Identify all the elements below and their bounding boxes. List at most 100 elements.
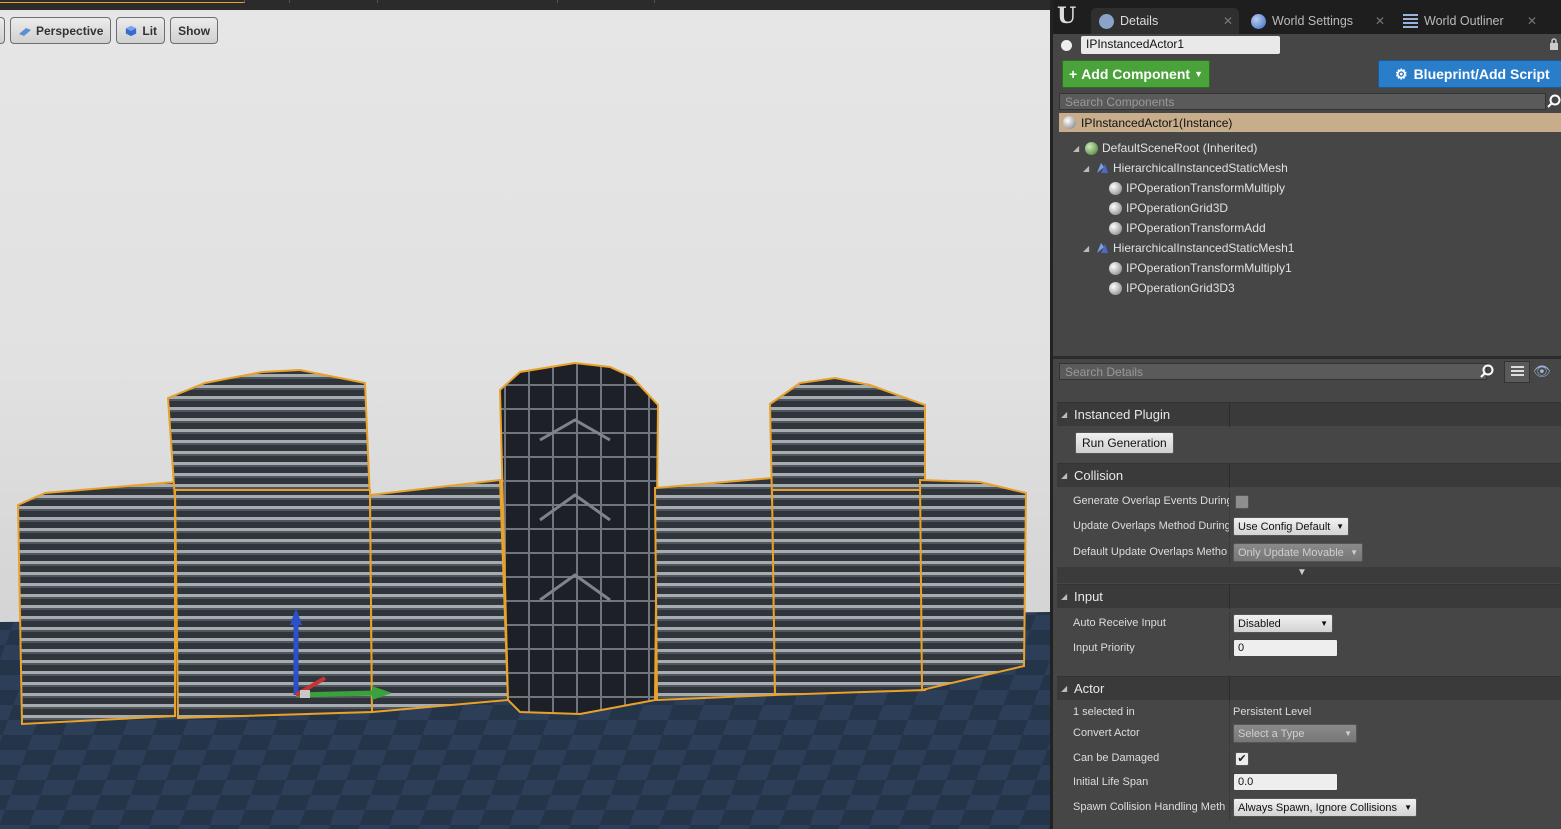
sphere-icon	[1109, 221, 1122, 235]
tab-details-label: Details	[1120, 14, 1159, 28]
spawn-collision-dropdown[interactable]: Always Spawn, Ignore Collisions ▼	[1233, 798, 1417, 817]
add-component-button[interactable]: + Add Component ▼	[1062, 60, 1210, 88]
blueprint-add-script-button[interactable]: ⚙ Blueprint/Add Script	[1378, 60, 1561, 88]
prop-generate-overlap: Generate Overlap Events During	[1057, 490, 1561, 514]
panel-splitter[interactable]	[1053, 356, 1561, 359]
perspective-button[interactable]: Perspective	[10, 17, 112, 44]
prop-label: Generate Overlap Events During	[1073, 495, 1229, 507]
tree-item[interactable]: IPOperationGrid3D3	[1097, 279, 1235, 297]
tree-item[interactable]: IPOperationTransformMultiply	[1097, 179, 1285, 197]
search-components-input[interactable]: Search Components	[1059, 93, 1546, 110]
globe-icon	[1251, 13, 1266, 29]
gears-icon: ⚙	[1395, 65, 1408, 82]
tree-item-label: HierarchicalInstancedStaticMesh1	[1113, 241, 1295, 255]
expand-arrow-icon[interactable]: ◢	[1073, 144, 1081, 153]
tab-world-settings-label: World Settings	[1272, 14, 1354, 28]
property-matrix-button[interactable]	[1504, 361, 1530, 383]
building-cluster[interactable]	[0, 0, 1050, 829]
level-name: Persistent Level	[1233, 706, 1312, 718]
viewport-toolbar: Perspective Lit Show	[0, 17, 219, 45]
selected-component-row[interactable]: IPInstancedActor1(Instance)	[1059, 113, 1561, 132]
section-input[interactable]: ◢ Input	[1057, 584, 1561, 609]
chevron-down-icon: ▼	[1336, 522, 1344, 531]
tree-item[interactable]: ◢ HierarchicalInstancedStaticMesh1	[1083, 239, 1294, 257]
tree-item-label: IPOperationTransformMultiply1	[1126, 261, 1292, 275]
prop-convert-actor: Convert Actor Select a Type ▼	[1057, 722, 1561, 746]
update-overlaps-dropdown[interactable]: Use Config Default ▼	[1233, 517, 1349, 536]
prop-label: Input Priority	[1073, 642, 1135, 654]
initial-life-span-field[interactable]: 0.0	[1233, 773, 1338, 791]
advanced-expand-row[interactable]: ▼	[1057, 567, 1561, 583]
tab-world-outliner-label: World Outliner	[1424, 14, 1504, 28]
section-title: Instanced Plugin	[1074, 407, 1171, 422]
tree-item[interactable]: ◢ DefaultSceneRoot (Inherited)	[1073, 139, 1257, 157]
actor-name-field[interactable]: IPInstancedActor1	[1081, 36, 1280, 54]
sphere-icon	[1109, 281, 1122, 295]
run-generation-button[interactable]: Run Generation	[1075, 432, 1174, 454]
prop-input-priority: Input Priority 0	[1057, 637, 1561, 661]
tree-item-label: DefaultSceneRoot (Inherited)	[1102, 141, 1258, 155]
lit-cube-icon	[126, 25, 137, 36]
prop-auto-receive-input: Auto Receive Input Disabled ▼	[1057, 612, 1561, 636]
chevron-down-icon: ▼	[1194, 69, 1203, 79]
search-icon[interactable]	[1547, 94, 1561, 108]
collapse-arrow-icon: ◢	[1061, 684, 1068, 693]
blueprint-label: Blueprint/Add Script	[1413, 66, 1550, 82]
prop-label: Default Update Overlaps Metho	[1073, 546, 1228, 558]
close-icon[interactable]: ✕	[1527, 14, 1537, 28]
prop-spawn-collision: Spawn Collision Handling Meth Always Spa…	[1057, 796, 1561, 820]
dropdown-value: Disabled	[1238, 617, 1281, 630]
show-label: Show	[178, 23, 211, 38]
convert-actor-dropdown[interactable]: Select a Type ▼	[1233, 724, 1357, 743]
add-component-label: Add Component	[1081, 66, 1191, 82]
show-button[interactable]: Show	[170, 17, 219, 44]
grid-icon	[1511, 366, 1524, 378]
tab-world-settings[interactable]: World Settings ✕	[1243, 8, 1391, 34]
tab-details[interactable]: Details ✕	[1091, 8, 1239, 34]
tree-item[interactable]: IPOperationGrid3D	[1097, 199, 1228, 217]
close-icon[interactable]: ✕	[1375, 14, 1385, 28]
section-title: Actor	[1074, 681, 1105, 696]
tree-item[interactable]: IPOperationTransformAdd	[1097, 219, 1266, 237]
prop-initial-life-span: Initial Life Span 0.0	[1057, 771, 1561, 795]
sphere-icon	[1063, 116, 1076, 129]
generate-overlap-checkbox[interactable]	[1235, 495, 1249, 509]
outliner-icon	[1403, 13, 1418, 29]
lit-button[interactable]: Lit	[116, 17, 166, 44]
search-icon[interactable]	[1480, 364, 1494, 378]
eye-icon[interactable]: 👁	[1533, 363, 1561, 381]
section-title: Collision	[1074, 468, 1124, 483]
default-update-dropdown[interactable]: Only Update Movable ▼	[1233, 543, 1363, 562]
expand-arrow-icon[interactable]: ◢	[1083, 164, 1091, 173]
collapse-arrow-icon: ◢	[1061, 471, 1068, 480]
collapse-arrow-icon: ◢	[1061, 592, 1068, 601]
chevron-down-icon: ▼	[1297, 567, 1307, 578]
plus-icon: +	[1069, 66, 1078, 82]
prop-label: Auto Receive Input	[1073, 617, 1166, 629]
hism-icon	[1095, 241, 1109, 255]
section-instanced-plugin[interactable]: ◢ Instanced Plugin	[1057, 402, 1561, 427]
auto-receive-dropdown[interactable]: Disabled ▼	[1233, 614, 1333, 633]
lock-icon[interactable]	[1549, 37, 1559, 51]
dropdown-value: Only Update Movable	[1238, 546, 1344, 559]
tab-world-outliner[interactable]: World Outliner ✕	[1395, 8, 1543, 34]
sphere-icon	[1109, 261, 1122, 275]
prop-label: Convert Actor	[1073, 727, 1140, 739]
tree-item[interactable]: IPOperationTransformMultiply1	[1097, 259, 1292, 277]
prop-update-overlaps: Update Overlaps Method During Use Config…	[1057, 515, 1561, 539]
section-actor[interactable]: ◢ Actor	[1057, 676, 1561, 701]
perspective-icon	[19, 27, 31, 36]
prop-can-be-damaged: Can be Damaged ✔	[1057, 747, 1561, 771]
search-details-input[interactable]: Search Details	[1059, 363, 1487, 380]
viewport-options-button[interactable]	[0, 17, 5, 44]
close-icon[interactable]: ✕	[1223, 14, 1233, 28]
details-panel: U Details ✕ World Settings ✕ World Outli…	[1050, 0, 1561, 829]
scene-root-icon	[1085, 141, 1098, 155]
section-collision[interactable]: ◢ Collision	[1057, 463, 1561, 488]
expand-arrow-icon[interactable]: ◢	[1083, 244, 1091, 253]
selected-component-label: IPInstancedActor1(Instance)	[1081, 115, 1233, 130]
level-viewport[interactable]: Perspective Lit Show	[0, 0, 1050, 829]
can-be-damaged-checkbox[interactable]: ✔	[1235, 752, 1249, 766]
input-priority-field[interactable]: 0	[1233, 639, 1338, 657]
tree-item[interactable]: ◢ HierarchicalInstancedStaticMesh	[1083, 159, 1288, 177]
